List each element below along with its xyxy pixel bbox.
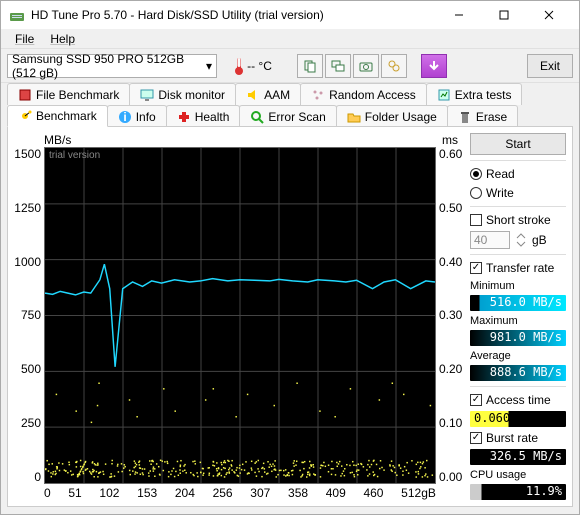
tab-benchmark[interactable]: Benchmark [7,105,108,127]
tab-folder-usage[interactable]: Folder Usage [336,105,448,127]
tab-info[interactable]: iInfo [107,105,167,127]
radio-on-icon [470,168,482,180]
max-label: Maximum [470,315,566,327]
extra-icon [437,88,451,102]
start-button[interactable]: Start [470,133,566,155]
app-window: HD Tune Pro 5.70 - Hard Disk/SSD Utility… [0,0,580,515]
avg-label: Average [470,350,566,362]
checkbox-on-icon: ✓ [470,394,482,406]
copy-info-button[interactable] [297,54,323,78]
cpu-label: CPU usage [470,469,566,481]
access-time-check[interactable]: ✓Access time [470,392,566,408]
speaker-icon [246,88,260,102]
minimize-button[interactable] [436,1,481,29]
tab-extra-tests[interactable]: Extra tests [426,83,523,105]
device-name: Samsung SSD 950 PRO 512GB (512 gB) [12,52,206,80]
exit-button[interactable]: Exit [527,54,573,78]
app-icon [9,7,25,23]
checkbox-on-icon: ✓ [470,432,482,444]
random-icon [311,88,325,102]
temperature-value: -- °C [247,59,272,73]
max-value: 981.0 MB/s [470,330,566,346]
watermark: trial version [49,150,100,161]
file-bench-icon [18,88,32,102]
burst-rate-check[interactable]: ✓Burst rate [470,430,566,446]
avg-value: 888.6 MB/s [470,365,566,381]
titlebar: HD Tune Pro 5.70 - Hard Disk/SSD Utility… [1,1,579,29]
chart-area: MB/s ms 1500125010007505002500 trial ver… [14,133,464,500]
tab-erase[interactable]: Erase [447,105,518,127]
checkbox-on-icon: ✓ [470,262,482,274]
close-button[interactable] [526,1,571,29]
tab-strip: File BenchmarkDisk monitorAAMRandom Acce… [1,83,579,127]
checkbox-off-icon [470,214,482,226]
min-label: Minimum [470,280,566,292]
menubar: File Help [1,29,579,48]
tab-health[interactable]: Health [166,105,241,127]
tab-aam[interactable]: AAM [235,83,301,105]
folder-icon [347,110,361,124]
health-icon [177,110,191,124]
tab-file-benchmark[interactable]: File Benchmark [7,83,130,105]
maximize-button[interactable] [481,1,526,29]
side-panel: Start Read Write Short stroke gB ✓Transf… [470,133,566,500]
erase-icon [458,110,472,124]
save-button[interactable] [421,54,447,78]
cpu-value: 11.9% [470,484,566,500]
bench-icon [18,109,32,123]
device-select[interactable]: Samsung SSD 950 PRO 512GB (512 gB) ▾ [7,54,217,78]
x-axis-ticks: 051102153204256307358409460512gB [14,484,464,500]
y-left-ticks: 1500125010007505002500 [14,147,44,484]
toolbar: Samsung SSD 950 PRO 512GB (512 gB) ▾ -- … [1,48,579,83]
chevron-down-icon: ▾ [206,59,212,73]
short-stroke-input[interactable] [470,231,510,249]
copy-screenshot-button[interactable] [325,54,351,78]
spinner-icon[interactable] [514,231,528,249]
benchmark-plot: trial version [44,147,436,484]
monitor-icon [140,88,154,102]
min-value: 516.0 MB/s [470,295,566,311]
y-right-title: ms [442,133,458,147]
thermometer-icon [234,56,244,76]
svg-text:i: i [123,110,126,124]
tab-error-scan[interactable]: Error Scan [239,105,336,127]
short-stroke-check[interactable]: Short stroke [470,212,566,228]
short-stroke-spin[interactable]: gB [470,231,566,249]
menu-help[interactable]: Help [42,30,83,48]
scan-icon [250,110,264,124]
burst-value: 326.5 MB/s [470,449,566,465]
read-radio[interactable]: Read [470,166,566,182]
write-radio[interactable]: Write [470,185,566,201]
screenshot-button[interactable] [353,54,379,78]
radio-off-icon [470,187,482,199]
tab-disk-monitor[interactable]: Disk monitor [129,83,236,105]
transfer-rate-check[interactable]: ✓Transfer rate [470,260,566,276]
tab-random-access[interactable]: Random Access [300,83,427,105]
y-right-ticks: 0.600.500.400.300.200.100.00 [436,147,464,484]
access-value: 0.060 ms [470,411,566,427]
info-icon: i [118,110,132,124]
y-left-title: MB/s [44,133,71,147]
options-button[interactable] [381,54,407,78]
menu-file[interactable]: File [7,30,42,48]
temperature-display: -- °C [223,54,283,78]
window-title: HD Tune Pro 5.70 - Hard Disk/SSD Utility… [31,8,436,22]
tab-content: MB/s ms 1500125010007505002500 trial ver… [7,126,573,507]
